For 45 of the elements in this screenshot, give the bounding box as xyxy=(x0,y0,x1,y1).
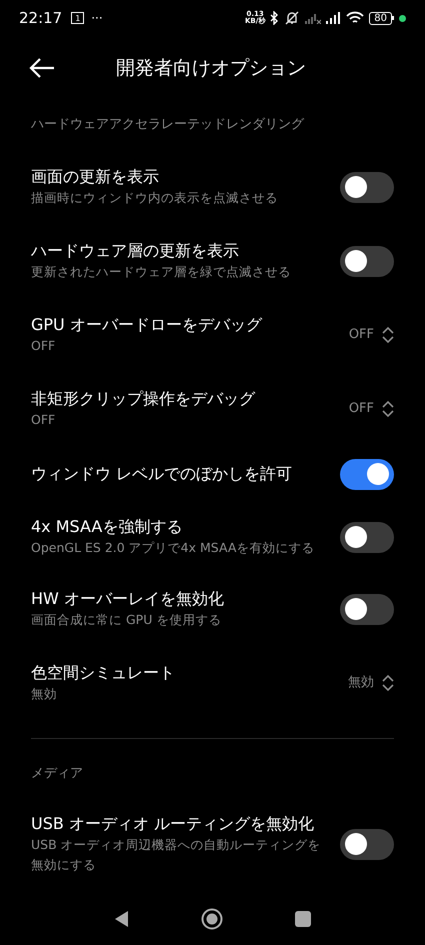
picker-value[interactable]: OFF xyxy=(348,399,374,419)
clock-time: 22:17 xyxy=(19,8,62,29)
setting-summary: 画面合成に常に GPU を使用する xyxy=(31,611,222,629)
setting-summary: OFF xyxy=(31,337,56,355)
chevron-up-down-icon xyxy=(382,400,394,418)
toggle-switch[interactable] xyxy=(340,522,394,552)
toggle-switch[interactable] xyxy=(340,246,394,276)
setting-summary: OFF xyxy=(31,411,56,429)
picker-value[interactable]: OFF xyxy=(348,325,374,345)
back-arrow-icon xyxy=(29,58,55,78)
signal-icon xyxy=(305,12,322,24)
signal-icon xyxy=(326,12,342,24)
more-notifications: ··· xyxy=(91,10,103,27)
screen-title: 開発者向けオプション xyxy=(116,56,306,81)
picker-value[interactable]: 無効 xyxy=(348,673,374,693)
wifi-icon xyxy=(346,11,364,25)
setting-title: 色空間シミュレート xyxy=(31,662,176,684)
setting-summary: 更新されたハードウェア層を緑で点滅させる xyxy=(31,263,292,281)
setting-title: 画面の更新を表示 xyxy=(31,166,160,188)
muted-bell-icon xyxy=(284,11,300,25)
chevron-up-down-icon xyxy=(382,674,394,692)
toggle-switch[interactable] xyxy=(340,828,394,860)
setting-title: 非矩形クリップ操作をデバッグ xyxy=(31,388,256,410)
toggle-switch[interactable] xyxy=(340,594,394,624)
setting-summary: USB オーディオ周辺機器への自動ルーティングを無効にする xyxy=(31,836,322,874)
setting-title: ウィンドウ レベルでのぼかしを許可 xyxy=(31,463,294,485)
battery-icon: 80 xyxy=(369,12,394,24)
setting-title: ハードウェア層の更新を表示 xyxy=(31,240,240,262)
setting-title: USB オーディオ ルーティングを無効化 xyxy=(31,813,316,835)
section-header: ハードウェアアクセラレーテッドレンダリング xyxy=(31,116,304,134)
setting-title: GPU オーバードローをデバッグ xyxy=(31,314,264,336)
calendar-icon: 1 xyxy=(71,12,84,24)
setting-summary: 描画時にウィンドウ内の表示を点滅させる xyxy=(31,189,279,207)
toggle-switch[interactable] xyxy=(340,458,394,490)
toggle-switch[interactable] xyxy=(340,172,394,202)
section-header: メディア xyxy=(31,765,83,784)
chevron-up-down-icon xyxy=(382,326,394,344)
setting-title: HW オーバーレイを無効化 xyxy=(31,588,225,610)
setting-summary: OpenGL ES 2.0 アプリで4x MSAAを有効にする xyxy=(31,539,316,557)
recents-nav-icon[interactable] xyxy=(294,911,310,927)
setting-title: 4x MSAAを強制する xyxy=(31,516,184,538)
bluetooth-icon xyxy=(270,11,280,25)
home-nav-icon[interactable] xyxy=(200,908,222,930)
back-nav-icon[interactable] xyxy=(114,911,128,927)
setting-summary: 無効 xyxy=(31,685,58,703)
